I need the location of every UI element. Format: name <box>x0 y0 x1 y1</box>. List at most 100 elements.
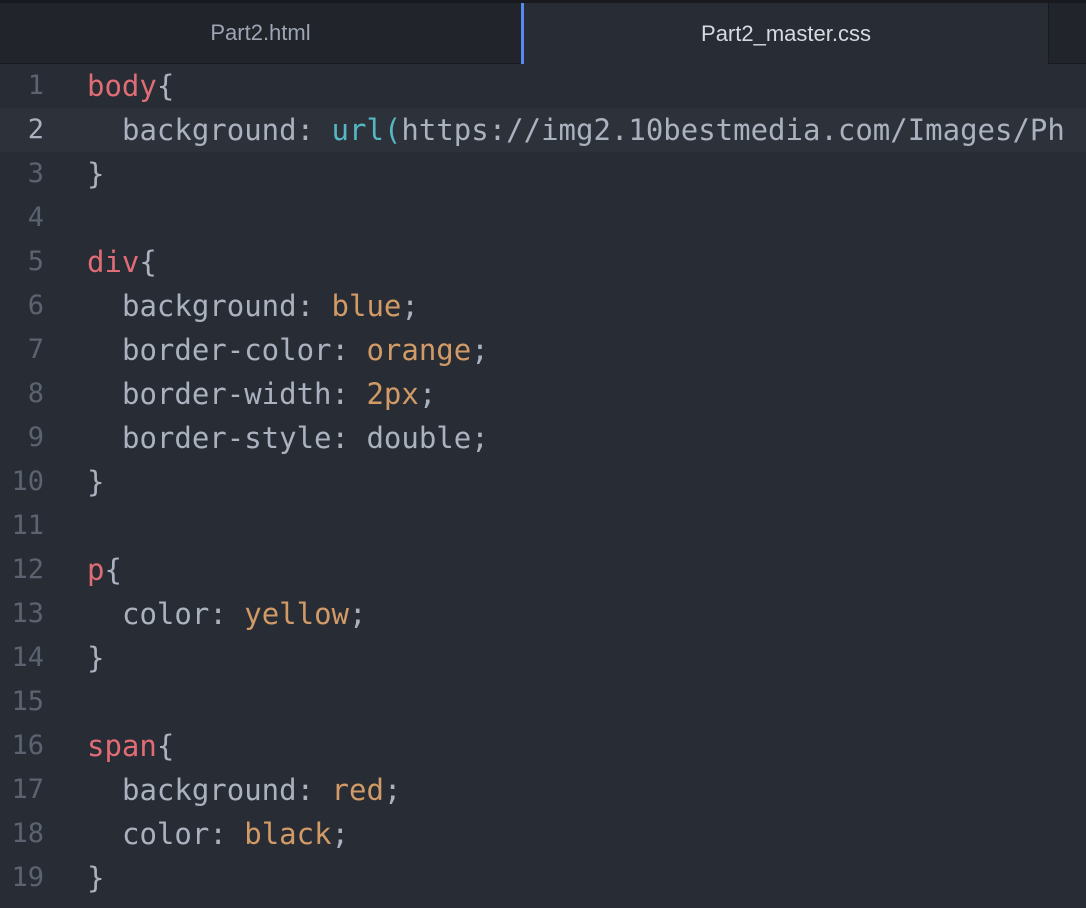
code-line: 9 border-style: double; <box>0 416 1086 460</box>
code-line: 12 p{ <box>0 548 1086 592</box>
colon: : <box>209 817 245 851</box>
css-property: border-style <box>122 421 332 455</box>
line-number: 5 <box>27 246 44 277</box>
colon: : <box>331 377 367 411</box>
line-content: } <box>87 460 104 504</box>
tab-label: Part2.html <box>210 20 311 45</box>
brace: { <box>139 245 157 279</box>
line-content: color: yellow; <box>87 592 366 636</box>
code-line: 11 <box>0 504 1086 548</box>
line-content: } <box>87 636 104 680</box>
css-value: black <box>244 817 332 851</box>
line-number: 9 <box>27 422 44 453</box>
code-line: 5 div{ <box>0 240 1086 284</box>
line-content: body{ <box>87 64 174 108</box>
css-selector: div <box>87 245 140 279</box>
line-number: 14 <box>11 642 44 673</box>
semicolon: ; <box>383 773 402 807</box>
css-value: blue <box>331 289 402 323</box>
line-content: background: blue; <box>87 284 419 328</box>
semicolon: ; <box>471 333 489 367</box>
semicolon: ; <box>331 817 350 851</box>
code-line: 18 color: black; <box>0 812 1086 856</box>
paren: ( <box>383 113 402 147</box>
line-number: 4 <box>27 202 44 233</box>
brace: } <box>87 641 105 675</box>
line-number: 12 <box>11 554 44 585</box>
colon: : <box>331 333 367 367</box>
line-number: 6 <box>27 290 44 321</box>
tab-bar-overflow <box>1048 3 1086 63</box>
code-line: 6 background: blue; <box>0 284 1086 328</box>
line-number: 2 <box>27 114 44 145</box>
tab-label: Part2_master.css <box>701 20 871 46</box>
css-value: orange <box>366 333 472 367</box>
css-property: background <box>122 113 297 147</box>
css-value: yellow <box>244 597 349 631</box>
css-selector: p <box>87 553 105 587</box>
line-number: 17 <box>11 774 44 805</box>
css-value: red <box>331 773 384 807</box>
line-content: span{ <box>87 724 174 768</box>
code-area[interactable]: 1 body{ 2 background: url(https://img2.1… <box>0 64 1086 908</box>
tab-part2-master-css[interactable]: Part2_master.css <box>521 3 1048 64</box>
tab-bar: Part2.html Part2_master.css <box>0 0 1086 64</box>
css-selector: span <box>87 729 157 763</box>
semicolon: ; <box>349 597 367 631</box>
line-number: 11 <box>11 510 44 541</box>
line-content: border-color: orange; <box>87 328 489 372</box>
line-number: 7 <box>27 334 44 365</box>
colon: : <box>296 773 332 807</box>
code-line: 10 } <box>0 460 1086 504</box>
brace: } <box>87 157 105 191</box>
line-number: 3 <box>27 158 44 189</box>
colon: : <box>296 289 332 323</box>
brace: { <box>104 553 122 587</box>
semicolon: ; <box>471 421 489 455</box>
semicolon: ; <box>401 289 419 323</box>
line-number: 8 <box>27 378 44 409</box>
code-line: 3 } <box>0 152 1086 196</box>
line-content: div{ <box>87 240 157 284</box>
line-number: 19 <box>11 862 44 893</box>
code-line: 14 } <box>0 636 1086 680</box>
code-line: 15 <box>0 680 1086 724</box>
brace: } <box>87 465 105 499</box>
tab-part2-html[interactable]: Part2.html <box>0 3 521 63</box>
code-line: 7 border-color: orange; <box>0 328 1086 372</box>
code-line: 8 border-width: 2px; <box>0 372 1086 416</box>
line-number: 13 <box>11 598 44 629</box>
url-argument: https://img2.10bestmedia.com/Images/Ph <box>401 113 1065 147</box>
line-number: 1 <box>27 70 44 101</box>
line-number: 16 <box>11 730 44 761</box>
brace: { <box>156 729 175 763</box>
css-property: background <box>122 773 297 807</box>
semicolon: ; <box>418 377 437 411</box>
line-content: p{ <box>87 548 122 592</box>
code-line: 16 span{ <box>0 724 1086 768</box>
css-value: 2px <box>366 377 419 411</box>
code-line: 19 } <box>0 856 1086 900</box>
css-selector: body <box>87 69 157 103</box>
css-property: border-width <box>122 377 332 411</box>
css-property: color <box>122 817 210 851</box>
line-content: } <box>87 152 104 196</box>
code-line: 1 body{ <box>0 64 1086 108</box>
code-line: 17 background: red; <box>0 768 1086 812</box>
line-content: color: black; <box>87 812 349 856</box>
code-line-current: 2 background: url(https://img2.10bestmed… <box>0 108 1086 152</box>
line-content: border-style: double; <box>87 416 489 460</box>
brace: } <box>87 861 105 895</box>
line-number: 18 <box>11 818 44 849</box>
css-property: border-color <box>122 333 332 367</box>
line-number: 15 <box>11 686 44 717</box>
css-property: color <box>122 597 210 631</box>
css-value: double <box>366 421 472 455</box>
colon: : <box>296 113 332 147</box>
line-content: background: red; <box>87 768 401 812</box>
code-line: 4 <box>0 196 1086 240</box>
brace: { <box>156 69 175 103</box>
css-function: url <box>331 113 384 147</box>
line-content: } <box>87 856 104 900</box>
line-content: border-width: 2px; <box>87 372 436 416</box>
